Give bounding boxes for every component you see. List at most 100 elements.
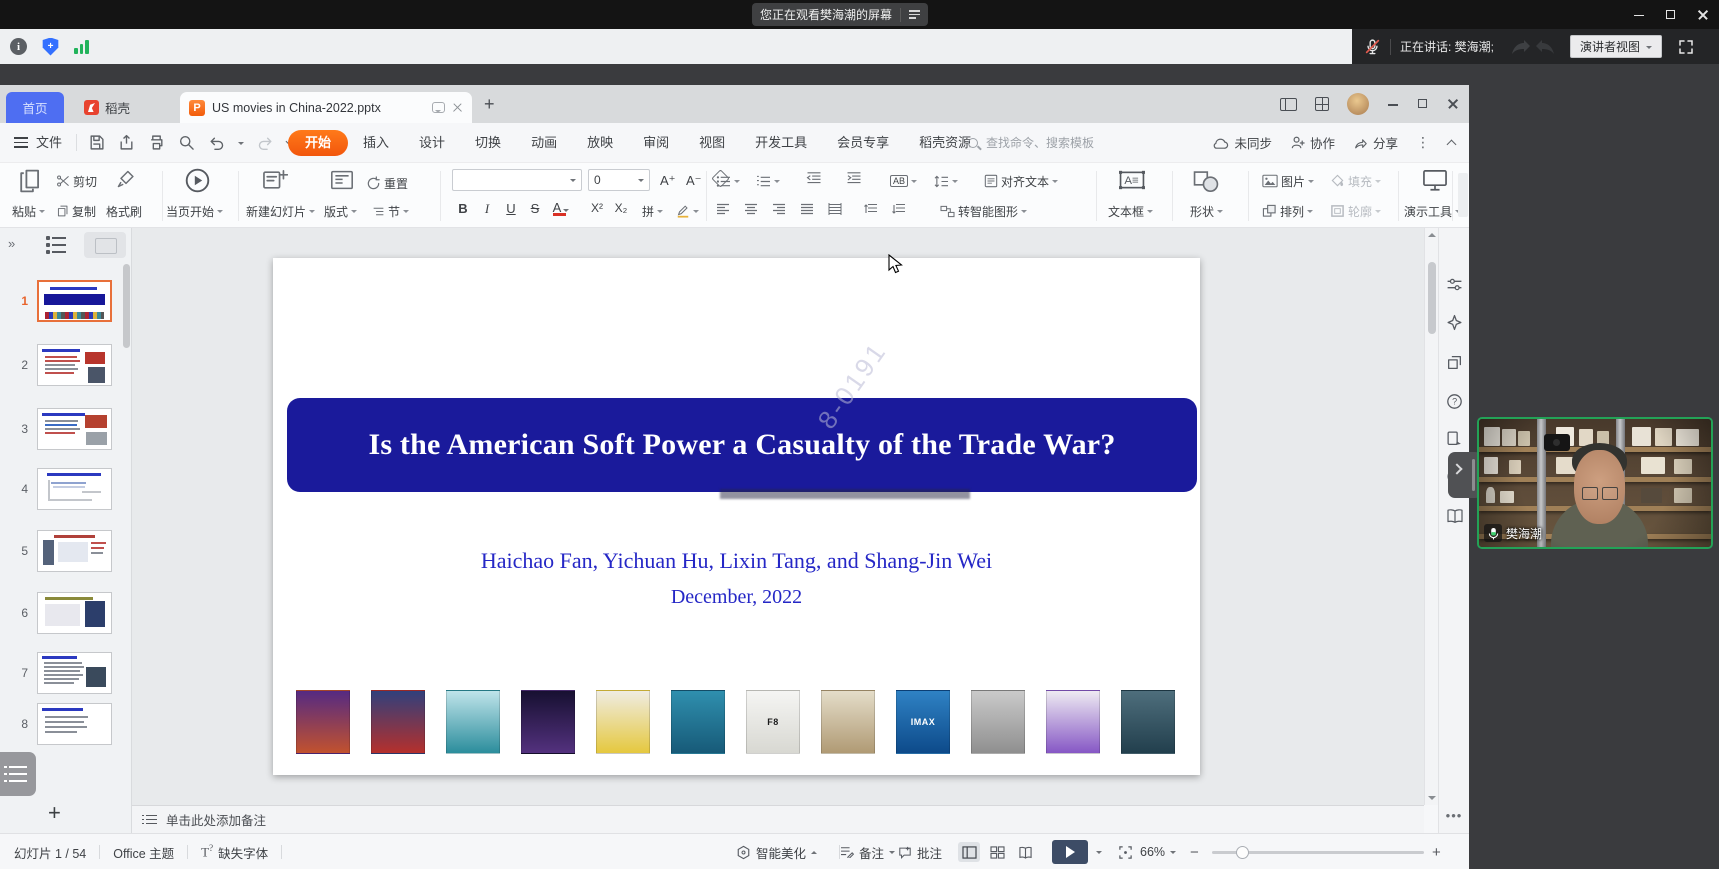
- title-banner[interactable]: Is the American Soft Power a Casualty of…: [287, 398, 1197, 492]
- comments-button[interactable]: 批注: [898, 834, 942, 869]
- comment-bubble-icon[interactable]: [432, 102, 445, 113]
- ribbon-overflow[interactable]: [1458, 173, 1468, 217]
- numbering-button[interactable]: [756, 171, 780, 191]
- bullets-button[interactable]: [716, 171, 740, 191]
- fit-slide-button[interactable]: [1118, 834, 1133, 869]
- strikethrough-button[interactable]: S: [526, 201, 544, 216]
- spacing-increase-icon[interactable]: [864, 203, 878, 218]
- export-icon[interactable]: [118, 134, 135, 151]
- shapes-icon[interactable]: [1192, 169, 1220, 196]
- new-tab-button[interactable]: +: [484, 94, 495, 115]
- slide-sorter-view-button[interactable]: [986, 842, 1008, 862]
- slide-sorter-button[interactable]: [84, 232, 126, 258]
- thumbnail-preview[interactable]: [37, 468, 112, 510]
- justify-icon[interactable]: [800, 203, 814, 218]
- more-options-icon[interactable]: ⋮: [1416, 134, 1430, 151]
- increase-indent-icon[interactable]: [846, 171, 862, 187]
- slide-thumbnail-3[interactable]: 3: [0, 408, 132, 454]
- menu-tab-开发工具[interactable]: 开发工具: [740, 123, 822, 162]
- menu-tab-视图[interactable]: 视图: [684, 123, 740, 162]
- scrollbar-thumb[interactable]: [1428, 262, 1436, 334]
- scroll-down-icon[interactable]: [1428, 796, 1436, 800]
- slide-thumbnail-2[interactable]: 2: [0, 344, 132, 390]
- normal-view-button[interactable]: [958, 842, 980, 862]
- find-icon[interactable]: [178, 134, 195, 151]
- save-icon[interactable]: [88, 134, 105, 151]
- font-name-select[interactable]: [452, 169, 582, 191]
- sync-status-button[interactable]: 未同步: [1212, 133, 1272, 152]
- tab-docer[interactable]: 稻壳: [72, 92, 174, 123]
- to-smartart-button[interactable]: 转智能图形: [940, 201, 1027, 221]
- grid-apps-icon[interactable]: [1315, 97, 1329, 111]
- menu-tab-放映[interactable]: 放映: [572, 123, 628, 162]
- new-slide-icon[interactable]: [262, 168, 288, 195]
- microphone-muted-icon[interactable]: [1364, 38, 1381, 55]
- panel-collapse-icon[interactable]: »: [8, 236, 15, 251]
- increase-font-button[interactable]: A⁺: [660, 171, 676, 191]
- zoom-in-button[interactable]: +: [1432, 834, 1441, 869]
- menu-tab-开始[interactable]: 开始: [288, 130, 348, 156]
- subscript-button[interactable]: X₂: [612, 201, 630, 215]
- distribute-icon[interactable]: [828, 203, 842, 218]
- phonetic-guide-button[interactable]: 拼: [642, 201, 663, 221]
- avatar[interactable]: [1347, 93, 1369, 115]
- maximize-button[interactable]: [1665, 9, 1677, 21]
- slide-thumbnail-6[interactable]: 6: [0, 592, 132, 638]
- menu-file[interactable]: 文件: [36, 123, 62, 162]
- menu-tab-审阅[interactable]: 审阅: [628, 123, 684, 162]
- thumbnail-preview[interactable]: [37, 703, 112, 745]
- search-input[interactable]: [984, 135, 1144, 151]
- add-slide-button[interactable]: +: [48, 800, 61, 826]
- pane-layout-icon[interactable]: [1280, 98, 1297, 111]
- line-spacing-button[interactable]: [934, 171, 958, 191]
- align-text-button[interactable]: 对齐文本: [984, 171, 1058, 191]
- superscript-button[interactable]: X²: [588, 201, 606, 215]
- outline-view-icon[interactable]: [46, 236, 68, 254]
- scroll-up-icon[interactable]: [1428, 233, 1436, 237]
- align-left-icon[interactable]: [716, 203, 730, 218]
- wps-minimize-button[interactable]: [1387, 98, 1399, 110]
- redo-icon[interactable]: [257, 134, 274, 151]
- slide-thumbnail-5[interactable]: 5: [0, 530, 132, 576]
- slide-thumbnail-1[interactable]: 1: [0, 280, 132, 326]
- notes-bar[interactable]: 单击此处添加备注: [132, 805, 1424, 833]
- paste-button[interactable]: 粘贴: [12, 201, 45, 221]
- undo-dropdown-icon[interactable]: [238, 142, 244, 145]
- collapse-ribbon-icon[interactable]: [1447, 140, 1457, 150]
- thumbnail-preview[interactable]: [37, 592, 112, 634]
- wps-maximize-button[interactable]: [1417, 98, 1429, 110]
- banner-menu-icon[interactable]: [909, 10, 920, 19]
- print-icon[interactable]: [148, 134, 165, 151]
- paste-icon[interactable]: [16, 168, 42, 197]
- signature-icon[interactable]: [1446, 430, 1463, 452]
- beautify-button[interactable]: 智能美化: [736, 834, 817, 869]
- share-button[interactable]: 分享: [1353, 133, 1398, 152]
- arrange-button[interactable]: 排列: [1262, 201, 1313, 221]
- undo-icon[interactable]: [208, 134, 225, 151]
- missing-font-label[interactable]: 缺失字体: [218, 843, 268, 862]
- font-size-select[interactable]: 0: [588, 169, 650, 191]
- play-from-current-button[interactable]: 当页开始: [166, 201, 223, 221]
- fill-button[interactable]: 填充: [1330, 171, 1381, 191]
- bold-button[interactable]: B: [454, 201, 472, 216]
- canvas-scrollbar[interactable]: [1424, 228, 1438, 805]
- layout-icon[interactable]: [330, 169, 354, 194]
- menu-tab-动画[interactable]: 动画: [516, 123, 572, 162]
- play-from-current-icon[interactable]: [184, 167, 211, 197]
- wps-close-button[interactable]: [1447, 98, 1459, 110]
- copy-button[interactable]: 复制: [56, 201, 96, 221]
- layout-button[interactable]: 版式: [324, 201, 357, 221]
- section-button[interactable]: 节: [372, 201, 409, 221]
- play-options-icon[interactable]: [1096, 851, 1102, 854]
- picture-button[interactable]: 图片: [1262, 171, 1314, 191]
- outline-button[interactable]: 轮廓: [1330, 201, 1381, 221]
- textbox-button[interactable]: 文本框: [1108, 201, 1153, 221]
- help-icon[interactable]: ?: [1446, 393, 1463, 415]
- slide-canvas[interactable]: Is the American Soft Power a Casualty of…: [132, 228, 1424, 805]
- shield-icon[interactable]: +: [42, 38, 59, 56]
- shapes-button[interactable]: 形状: [1190, 201, 1223, 221]
- underline-button[interactable]: U: [502, 201, 520, 216]
- spacing-decrease-icon[interactable]: [892, 203, 906, 218]
- slide-thumbnail-4[interactable]: 4: [0, 468, 132, 514]
- highlight-button[interactable]: [676, 201, 699, 221]
